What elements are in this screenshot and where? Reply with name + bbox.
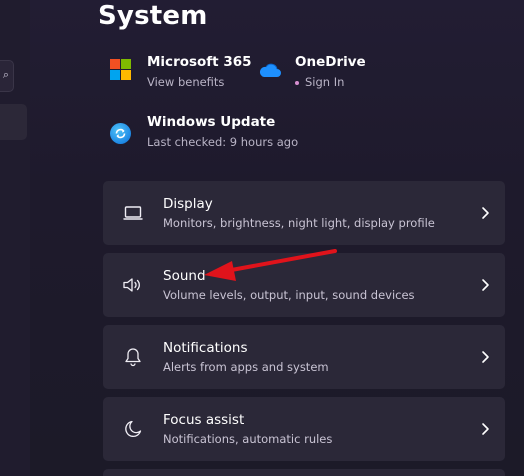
settings-item-next[interactable] bbox=[103, 469, 505, 476]
settings-item-label: Notifications bbox=[163, 340, 248, 356]
nav-search-box[interactable]: ⌕ bbox=[0, 60, 14, 92]
microsoft-logo-icon bbox=[110, 59, 132, 81]
settings-item-description: Alerts from apps and system bbox=[163, 360, 329, 374]
settings-item-label: Focus assist bbox=[163, 412, 245, 428]
monitor-icon bbox=[103, 205, 163, 221]
windows-update-icon-wrap bbox=[110, 123, 132, 145]
tile-subtitle[interactable]: Sign In bbox=[305, 75, 344, 89]
tile-title: Microsoft 365 bbox=[147, 54, 252, 70]
speaker-icon bbox=[103, 276, 163, 294]
status-dot bbox=[295, 80, 299, 85]
left-nav-pane: ⌕ bbox=[0, 0, 30, 476]
tile-subtitle[interactable]: View benefits bbox=[147, 75, 252, 89]
chevron-right-icon bbox=[465, 350, 505, 364]
settings-item-sound[interactable]: Sound Volume levels, output, input, soun… bbox=[103, 253, 505, 317]
nav-item-selected[interactable] bbox=[0, 104, 27, 140]
tile-microsoft-365[interactable]: Microsoft 365 View benefits bbox=[110, 54, 252, 89]
tile-windows-update[interactable]: Windows Update Last checked: 9 hours ago bbox=[110, 114, 298, 149]
chevron-right-icon bbox=[465, 278, 505, 292]
moon-icon bbox=[103, 419, 163, 439]
tile-onedrive[interactable]: OneDrive Sign In bbox=[258, 54, 366, 89]
settings-item-description: Notifications, automatic rules bbox=[163, 432, 333, 446]
tile-subtitle: Last checked: 9 hours ago bbox=[147, 135, 299, 149]
tile-title: OneDrive bbox=[295, 54, 366, 70]
page-title: System bbox=[98, 1, 208, 31]
tile-subtitle-row[interactable]: Sign In bbox=[295, 75, 366, 89]
bell-icon bbox=[103, 347, 163, 367]
tile-title: Windows Update bbox=[147, 114, 276, 130]
settings-window: ⌕ System Microsoft 365 View benefits One… bbox=[0, 0, 524, 476]
settings-item-description: Monitors, brightness, night light, displ… bbox=[163, 216, 435, 230]
settings-item-description: Volume levels, output, input, sound devi… bbox=[163, 288, 415, 302]
chevron-right-icon bbox=[465, 422, 505, 436]
settings-item-focus-assist[interactable]: Focus assist Notifications, automatic ru… bbox=[103, 397, 505, 461]
chevron-right-icon bbox=[465, 206, 505, 220]
settings-item-display[interactable]: Display Monitors, brightness, night ligh… bbox=[103, 181, 505, 245]
settings-item-notifications[interactable]: Notifications Alerts from apps and syste… bbox=[103, 325, 505, 389]
onedrive-cloud-icon bbox=[258, 62, 281, 84]
search-icon: ⌕ bbox=[2, 68, 9, 81]
settings-item-label: Sound bbox=[163, 268, 206, 284]
settings-item-label: Display bbox=[163, 196, 213, 212]
windows-update-icon bbox=[110, 123, 131, 144]
